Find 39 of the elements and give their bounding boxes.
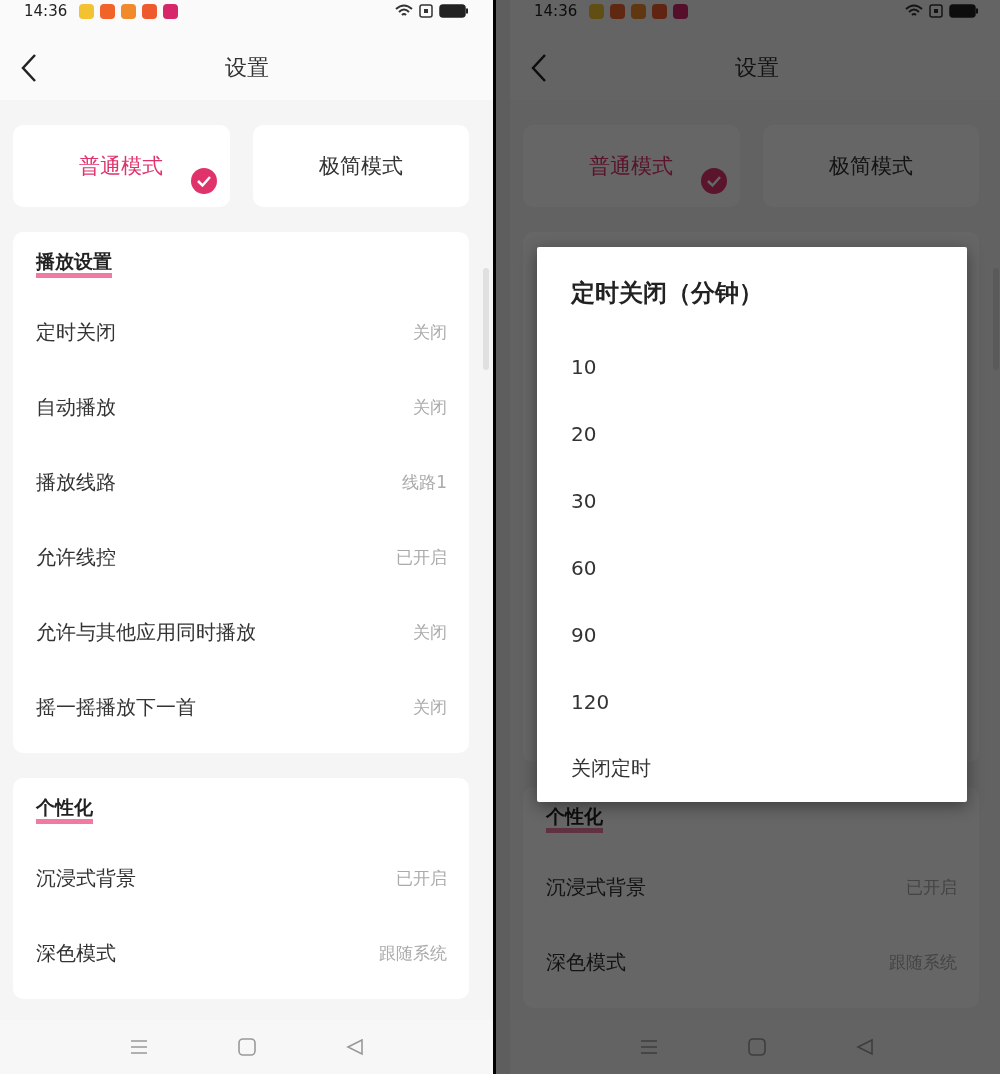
section-title: 播放设置 — [36, 249, 112, 278]
mode-tab[interactable]: 普通模式 — [13, 125, 230, 207]
section-title: 个性化 — [36, 795, 93, 824]
dialog-option[interactable]: 60 — [571, 534, 933, 601]
check-icon — [700, 168, 727, 194]
wifi-icon — [905, 4, 923, 18]
home-icon[interactable] — [747, 1038, 766, 1056]
sim-icon — [929, 4, 943, 18]
settings-row[interactable]: 播放线路 线路1 — [13, 445, 469, 520]
status-time: 14:36 — [534, 2, 578, 20]
back-triangle-icon[interactable] — [345, 1038, 364, 1056]
settings-row[interactable]: 深色模式 跟随系统 — [13, 916, 469, 991]
dialog-option[interactable]: 关闭定时 — [571, 735, 933, 802]
back-triangle-icon[interactable] — [855, 1038, 874, 1056]
dialog-option[interactable]: 20 — [571, 400, 933, 467]
check-icon — [190, 168, 217, 194]
dialog-option[interactable]: 90 — [571, 601, 933, 668]
back-icon[interactable] — [20, 53, 38, 83]
battery-icon — [439, 4, 469, 18]
status-time: 14:36 — [24, 2, 68, 20]
page-title: 设置 — [734, 54, 779, 82]
sim-icon — [419, 4, 433, 18]
home-icon[interactable] — [237, 1038, 256, 1056]
dialog-option[interactable]: 10 — [571, 333, 933, 400]
settings-row[interactable]: 允许与其他应用同时播放 关闭 — [13, 595, 469, 670]
settings-row[interactable]: 沉浸式背景 已开启 — [13, 841, 469, 916]
menu-icon[interactable] — [129, 1039, 148, 1055]
dialog-option[interactable]: 30 — [571, 467, 933, 534]
battery-icon — [949, 4, 979, 18]
settings-row[interactable]: 摇一摇播放下一首 关闭 — [13, 670, 469, 745]
settings-row[interactable]: 定时关闭 关闭 — [13, 295, 469, 370]
settings-row[interactable]: 自动播放 关闭 — [13, 370, 469, 445]
dialog-title: 定时关闭（分钟） — [571, 278, 764, 309]
wifi-icon — [395, 4, 413, 18]
dialog-option[interactable]: 120 — [571, 668, 933, 735]
settings-row[interactable]: 允许线控 已开启 — [13, 520, 469, 595]
menu-icon[interactable] — [639, 1039, 658, 1055]
page-title: 设置 — [224, 54, 269, 82]
mode-tab[interactable]: 极简模式 — [252, 125, 469, 207]
